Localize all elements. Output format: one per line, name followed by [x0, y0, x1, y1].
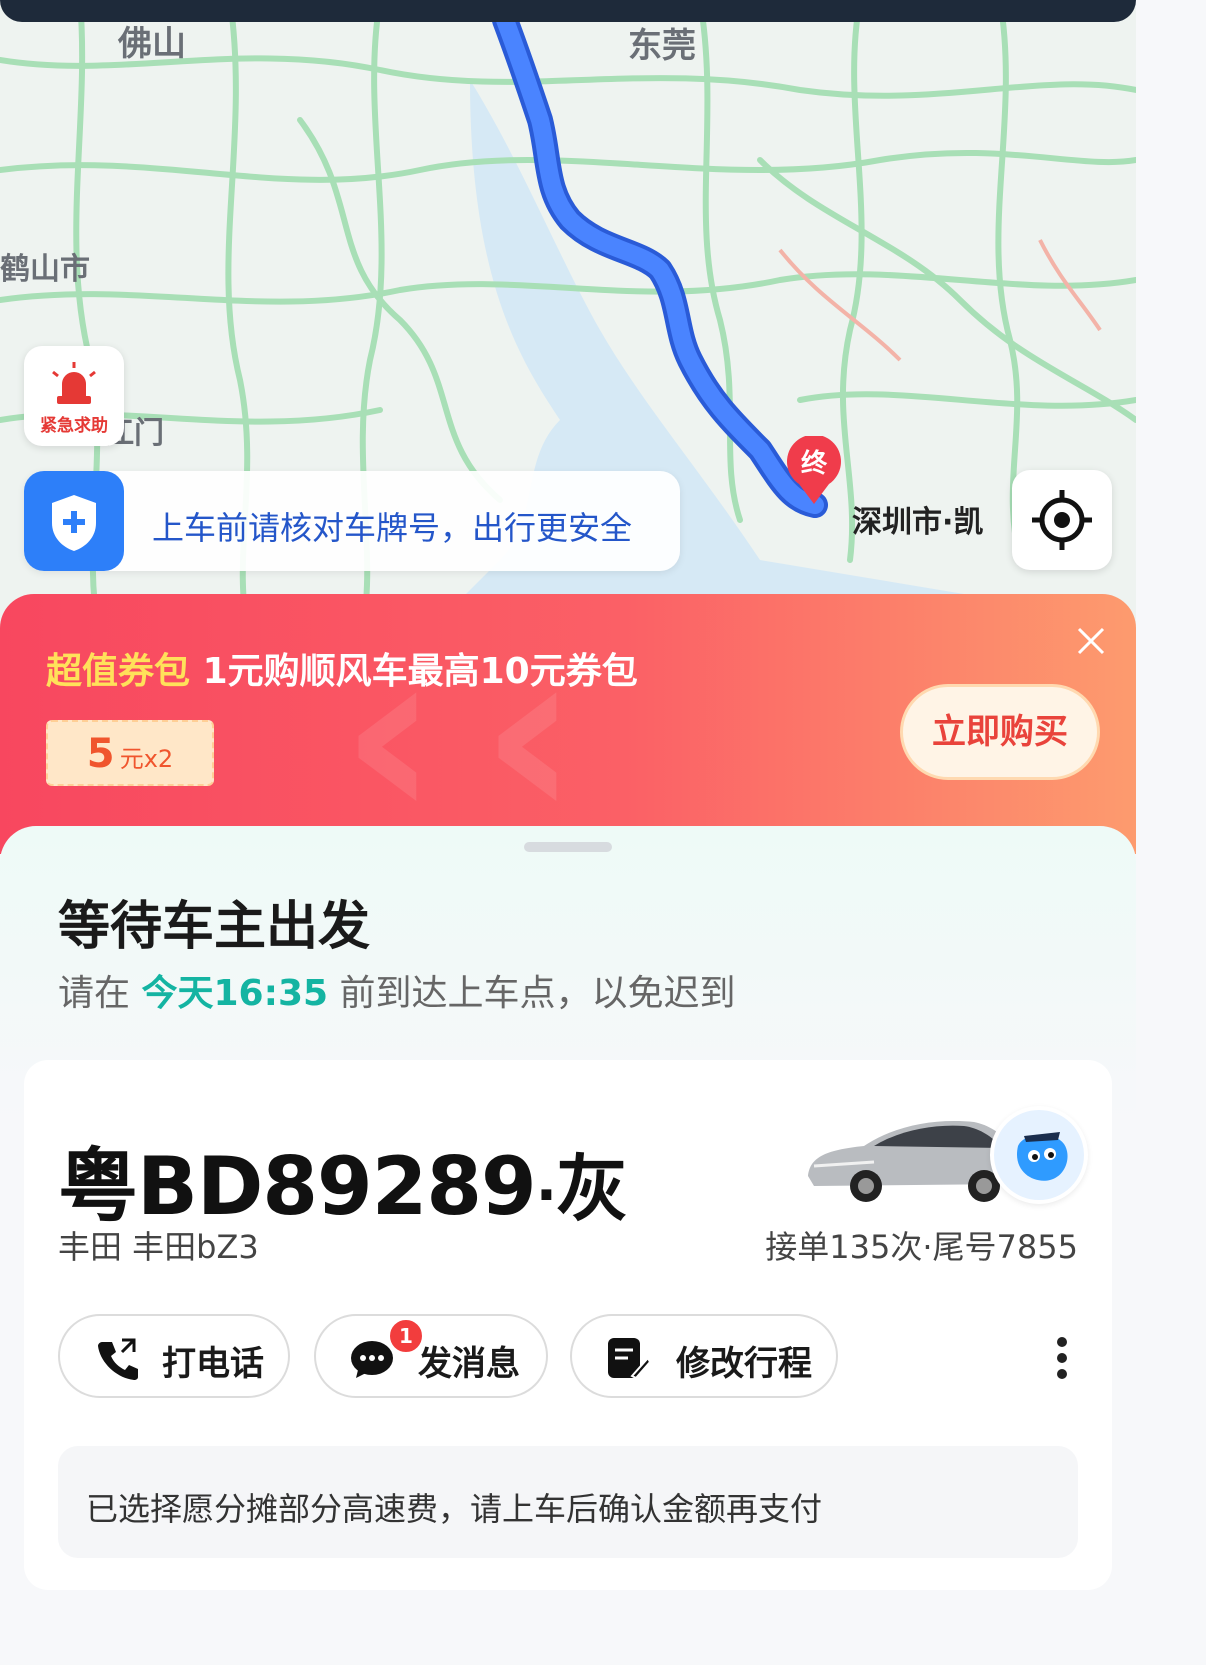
driver-avatar[interactable] — [990, 1106, 1088, 1204]
phone-icon — [98, 1338, 138, 1380]
drag-handle[interactable] — [524, 842, 612, 852]
promo-title-rest: 1元购顺风车最高10元券包 — [202, 651, 638, 692]
emergency-help-label: 紧急求助 — [40, 416, 108, 436]
car-model: 丰田 丰田bZ3 — [58, 1228, 259, 1266]
safety-tip-text: 上车前请核对车牌号，出行更安全 — [152, 509, 633, 547]
plate-number: 粤BD89289 — [58, 1140, 537, 1233]
car-color: 灰 — [555, 1147, 628, 1231]
siren-icon — [52, 362, 96, 404]
shield-icon — [24, 471, 124, 571]
status-sub-suffix: 前到达上车点，以免迟到 — [339, 973, 736, 1014]
map-view[interactable]: 佛山 东莞 鹤山市 江门 紧急求助 上车前请核对车牌号，出行更安全 终 深圳市·… — [0, 0, 1136, 640]
coupon-unit: 元x2 — [119, 745, 174, 773]
plate-separator: · — [535, 1163, 557, 1228]
message-button[interactable]: 1 发消息 — [314, 1314, 548, 1398]
safety-tip-banner[interactable]: 上车前请核对车牌号，出行更安全 — [24, 471, 680, 571]
call-label: 打电话 — [162, 1344, 264, 1384]
edit-trip-button[interactable]: 修改行程 — [570, 1314, 838, 1398]
status-subtitle: 请在 今天16:35 前到达上车点，以免迟到 — [58, 964, 736, 1016]
chat-icon — [351, 1341, 393, 1378]
trip-sheet: 等待车主出发 请在 今天16:35 前到达上车点，以免迟到 粤BD89289·灰… — [0, 826, 1136, 1590]
edit-icon — [608, 1338, 650, 1380]
status-title: 等待车主出发 — [58, 897, 371, 957]
destination-marker[interactable]: 终 — [785, 434, 843, 510]
city-label: 东莞 — [628, 26, 696, 66]
city-label: 佛山 — [118, 24, 186, 64]
status-sub-prefix: 请在 — [58, 973, 131, 1014]
locate-icon — [1032, 490, 1092, 550]
promo-title: 超值券包 1元购顺风车最高10元券包 — [46, 642, 638, 694]
more-options-icon[interactable] — [1054, 1336, 1070, 1380]
promo-highlight: 超值券包 — [46, 651, 191, 692]
call-button[interactable]: 打电话 — [58, 1314, 290, 1398]
toll-notice: 已选择愿分摊部分高速费，请上车后确认金额再支付 — [58, 1446, 1078, 1558]
driver-card: 粤BD89289·灰 丰田 丰田bZ3 接单135次·尾号7855 打电话 1 … — [24, 1060, 1112, 1590]
destination-label: 深圳市·凯 — [852, 505, 984, 540]
end-marker-text: 终 — [801, 448, 828, 479]
edit-trip-label: 修改行程 — [676, 1344, 812, 1384]
coupon-value: 5 — [86, 731, 115, 777]
message-label: 发消息 — [418, 1344, 520, 1384]
toll-notice-text: 已选择愿分摊部分高速费，请上车后确认金额再支付 — [86, 1490, 823, 1528]
city-label: 鹤山市 — [0, 252, 90, 287]
emergency-help-button[interactable]: 紧急求助 — [24, 346, 124, 446]
coupon-chip: 5 元x2 — [46, 720, 214, 786]
license-plate: 粤BD89289·灰 — [58, 1122, 628, 1238]
driver-orders: 接单135次·尾号7855 — [765, 1228, 1078, 1266]
locate-button[interactable] — [1012, 470, 1112, 570]
promo-banner[interactable]: ‹ ‹ 超值券包 1元购顺风车最高10元券包 5 元x2 立即购买 — [0, 594, 1136, 854]
buy-now-button[interactable]: 立即购买 — [900, 684, 1100, 780]
close-icon[interactable] — [1074, 624, 1108, 658]
pickup-time: 今天16:35 — [141, 973, 329, 1014]
